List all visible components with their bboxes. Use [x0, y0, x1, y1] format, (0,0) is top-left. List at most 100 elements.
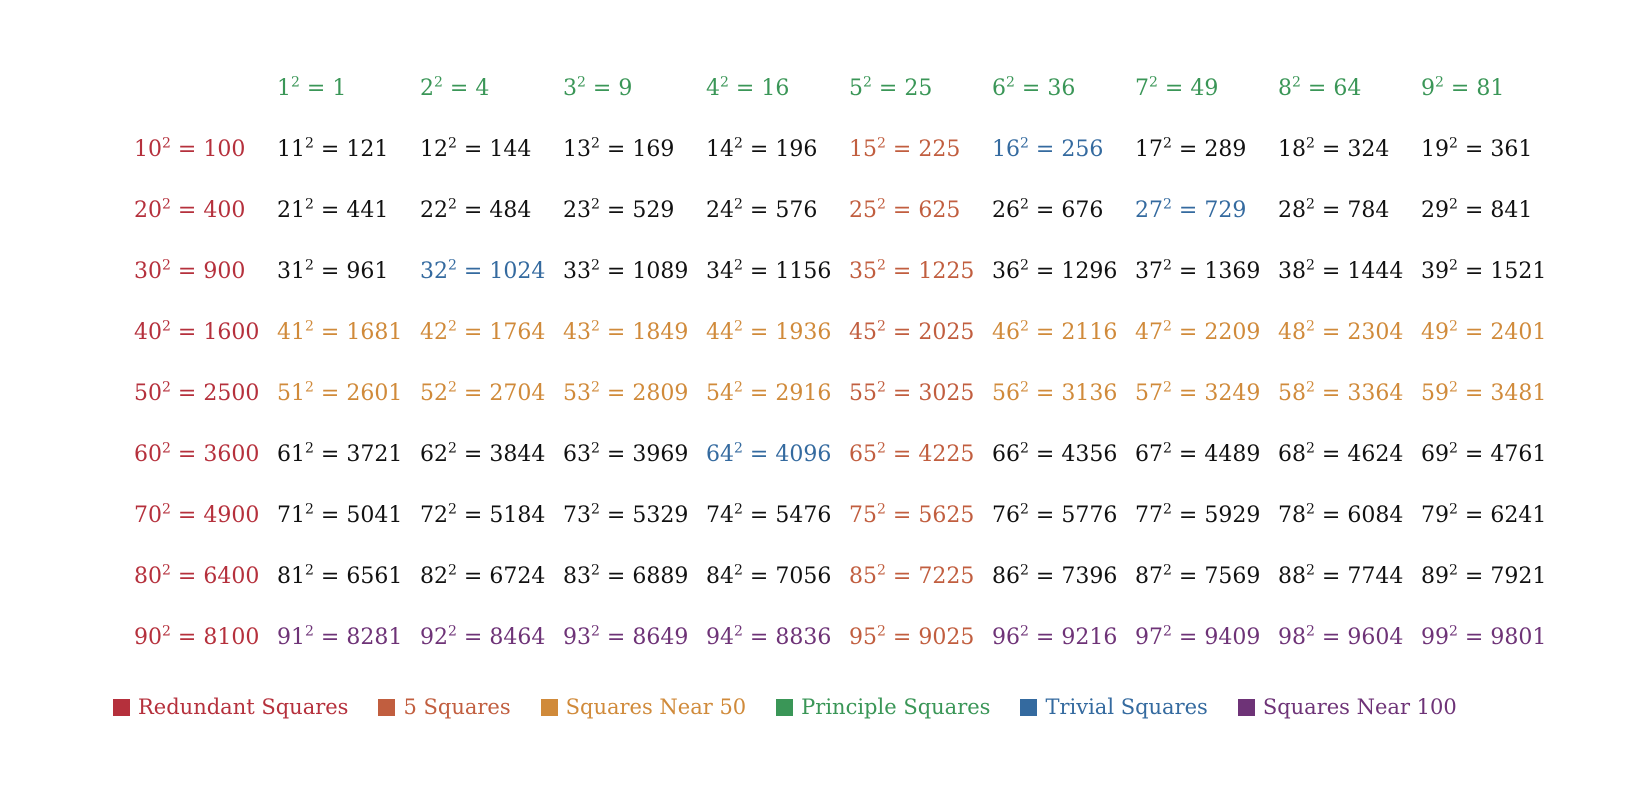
exponent: 2 — [448, 196, 457, 213]
equals-sign: = — [1457, 564, 1491, 589]
square-93: 932 = 8649 — [563, 625, 688, 651]
square-base: 79 — [1421, 503, 1449, 528]
exponent: 2 — [448, 257, 457, 274]
square-value: 7569 — [1204, 564, 1261, 589]
square-base: 93 — [563, 625, 591, 650]
exponent: 2 — [1163, 135, 1172, 152]
square-base: 36 — [992, 259, 1020, 284]
equals-sign: = — [1171, 259, 1205, 284]
square-value: 3481 — [1490, 381, 1547, 406]
square-base: 81 — [277, 564, 305, 589]
exponent: 2 — [1449, 196, 1458, 213]
square-base: 8 — [1278, 76, 1292, 101]
exponent: 2 — [448, 501, 457, 518]
square-value: 1 — [332, 76, 347, 101]
square-51: 512 = 2601 — [277, 381, 402, 407]
square-base: 4 — [706, 76, 720, 101]
exponent: 2 — [448, 379, 457, 396]
equals-sign: = — [1171, 564, 1205, 589]
equals-sign: = — [742, 625, 776, 650]
square-86: 862 = 7396 — [992, 564, 1117, 590]
square-base: 50 — [134, 381, 162, 406]
legend-swatch — [1020, 698, 1038, 716]
square-base: 5 — [849, 76, 863, 101]
exponent: 2 — [1020, 379, 1029, 396]
legend-item: 5 Squares — [378, 695, 511, 719]
square-base: 72 — [420, 503, 448, 528]
exponent: 2 — [591, 440, 600, 457]
square-98: 982 = 9604 — [1278, 625, 1403, 651]
exponent: 2 — [591, 379, 600, 396]
square-base: 31 — [277, 259, 305, 284]
legend-item: Squares Near 100 — [1237, 695, 1457, 719]
exponent: 2 — [1435, 74, 1444, 91]
square-base: 27 — [1135, 198, 1163, 223]
square-30: 302 = 900 — [134, 259, 245, 285]
exponent: 2 — [591, 257, 600, 274]
exponent: 2 — [1020, 135, 1029, 152]
equals-sign: = — [742, 381, 776, 406]
square-base: 88 — [1278, 564, 1306, 589]
exponent: 2 — [162, 318, 171, 335]
square-value: 7396 — [1061, 564, 1118, 589]
exponent: 2 — [305, 196, 314, 213]
square-base: 9 — [1421, 76, 1435, 101]
square-base: 43 — [563, 320, 591, 345]
square-91: 912 = 8281 — [277, 625, 402, 651]
exponent: 2 — [1020, 501, 1029, 518]
square-36: 362 = 1296 — [992, 259, 1117, 285]
exponent: 2 — [720, 74, 729, 91]
square-48: 482 = 2304 — [1278, 320, 1403, 346]
square-value: 3844 — [489, 442, 546, 467]
exponent: 2 — [448, 440, 457, 457]
equals-sign: = — [1314, 564, 1348, 589]
square-value: 5184 — [489, 503, 546, 528]
square-9: 92 = 81 — [1421, 76, 1504, 102]
square-value: 484 — [489, 198, 532, 223]
equals-sign: = — [885, 625, 919, 650]
equals-sign: = — [885, 381, 919, 406]
square-75: 752 = 5625 — [849, 503, 974, 529]
square-1: 12 = 1 — [277, 76, 346, 102]
equals-sign: = — [456, 137, 490, 162]
square-base: 97 — [1135, 625, 1163, 650]
square-base: 52 — [420, 381, 448, 406]
square-21: 212 = 441 — [277, 198, 388, 224]
equals-sign: = — [871, 76, 905, 101]
square-value: 529 — [632, 198, 675, 223]
square-value: 4225 — [918, 442, 975, 467]
square-base: 35 — [849, 259, 877, 284]
exponent: 2 — [1006, 74, 1015, 91]
square-base: 37 — [1135, 259, 1163, 284]
equals-sign: = — [1028, 503, 1062, 528]
exponent: 2 — [877, 562, 886, 579]
exponent: 2 — [1020, 562, 1029, 579]
exponent: 2 — [1163, 318, 1172, 335]
square-value: 5625 — [918, 503, 975, 528]
square-base: 70 — [134, 503, 162, 528]
equals-sign: = — [742, 564, 776, 589]
square-34: 342 = 1156 — [706, 259, 831, 285]
square-value: 9216 — [1061, 625, 1118, 650]
square-13: 132 = 169 — [563, 137, 674, 163]
equals-sign: = — [1314, 137, 1348, 162]
square-value: 2304 — [1347, 320, 1404, 345]
square-value: 9801 — [1490, 625, 1547, 650]
equals-sign: = — [313, 503, 347, 528]
square-value: 361 — [1490, 137, 1533, 162]
exponent: 2 — [1449, 257, 1458, 274]
square-base: 90 — [134, 625, 162, 650]
equals-sign: = — [456, 625, 490, 650]
square-value: 1024 — [489, 259, 546, 284]
square-27: 272 = 729 — [1135, 198, 1246, 224]
legend-item: Redundant Squares — [113, 695, 348, 719]
exponent: 2 — [162, 623, 171, 640]
square-base: 1 — [277, 76, 291, 101]
square-24: 242 = 576 — [706, 198, 817, 224]
exponent: 2 — [734, 257, 743, 274]
equals-sign: = — [170, 137, 204, 162]
square-base: 48 — [1278, 320, 1306, 345]
square-2: 22 = 4 — [420, 76, 489, 102]
square-68: 682 = 4624 — [1278, 442, 1403, 468]
square-base: 33 — [563, 259, 591, 284]
